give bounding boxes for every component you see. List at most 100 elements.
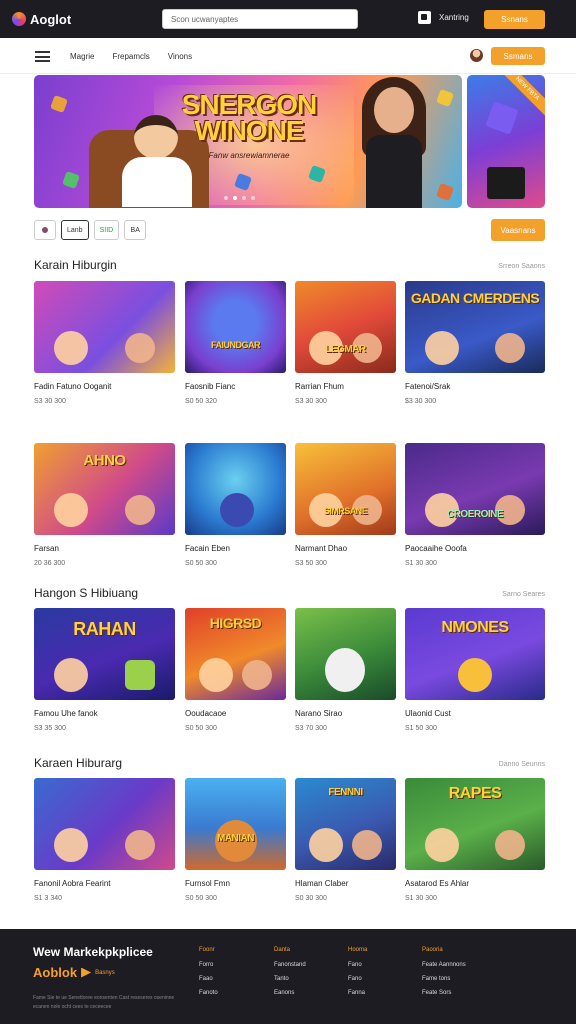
search-input[interactable]: Scon ucwanyaptes: [162, 9, 358, 29]
game-card[interactable]: CROEROINE Paocaaihe Ooofa S1 30 300: [405, 443, 545, 567]
color-dot-icon: [42, 227, 48, 233]
game-meta: S0 50 300: [185, 725, 217, 732]
footer-column-heading: Hooma: [348, 947, 368, 953]
game-thumbnail: CROEROINE: [405, 443, 545, 535]
nav-link[interactable]: Vinons: [168, 52, 192, 61]
footer-column: Hooma Fano Fano Fanna: [348, 947, 367, 1004]
game-name: Fatenoi/Srak: [405, 382, 451, 391]
footer-link[interactable]: Eanons: [274, 990, 306, 996]
section-link[interactable]: Srreon Saaons: [498, 263, 545, 270]
game-name: Facain Eben: [185, 544, 230, 553]
game-thumbnail: FAIUNDGAR: [185, 281, 286, 373]
carousel-dot[interactable]: [251, 196, 255, 200]
game-card[interactable]: Fanonil Aobra Fearint S1 3 340: [34, 778, 175, 902]
nav-link[interactable]: Frepamcls: [112, 52, 149, 61]
carousel-dot[interactable]: [242, 196, 246, 200]
game-meta: S0 30 300: [295, 895, 327, 902]
section-link[interactable]: Sarno Seares: [502, 591, 545, 598]
game-card[interactable]: SIMRSANE Narmant Dhao S3 50 300: [295, 443, 396, 567]
game-meta: 20 36 300: [34, 560, 66, 567]
section-title: Karaen Hiburarg: [34, 756, 123, 770]
game-name: Narmant Dhao: [295, 544, 348, 553]
logo-icon: [12, 12, 26, 26]
footer-column-heading: Danta: [274, 947, 291, 953]
filter-chip[interactable]: Lanb: [61, 220, 89, 240]
footer-logo-small: Basnys: [95, 969, 115, 976]
side-banner[interactable]: NEW FBTA: [467, 75, 545, 208]
game-name: Faosnib Fianc: [185, 382, 236, 391]
game-name: Furnsol Fmn: [185, 879, 230, 888]
footer-link[interactable]: Fanoto: [199, 990, 218, 996]
cube-decoration: [485, 101, 519, 135]
header-cta-button[interactable]: Ssnans: [484, 10, 545, 29]
game-card[interactable]: FAIUNDGAR Faosnib Fianc S0 50 320: [185, 281, 286, 405]
footer-link[interactable]: Tanto: [274, 976, 306, 982]
game-thumbnail: GADAN CMERDENS: [405, 281, 545, 373]
section-title: Karain Hiburgin: [34, 258, 117, 272]
footer-link[interactable]: Fanna: [348, 990, 367, 996]
footer-logo[interactable]: Aoblok Basnys: [33, 965, 115, 980]
footer-logo-text: Aoblok: [33, 965, 78, 980]
game-meta: S1 50 300: [405, 725, 437, 732]
carousel-dot[interactable]: [224, 196, 228, 200]
game-name: Rarrian Fhum: [295, 382, 344, 391]
game-card[interactable]: AHNO Farsan 20 36 300: [34, 443, 175, 567]
game-card[interactable]: RAPES Asatarod Es Ahlar S1 30 300: [405, 778, 545, 902]
filter-chip[interactable]: BA: [124, 220, 147, 240]
nav-links: Magrie Frepamcls Vinons: [70, 52, 192, 61]
game-card[interactable]: Narano Sirao S3 70 300: [295, 608, 396, 732]
game-card[interactable]: MANIAN Furnsol Fmn S0 50 300: [185, 778, 286, 902]
footer-brand-line: Wew Markekpkplicee: [33, 945, 153, 959]
filter-chip[interactable]: [34, 220, 56, 240]
footer-link[interactable]: Fano: [348, 962, 367, 968]
footer-link[interactable]: Faao: [199, 976, 218, 982]
game-card[interactable]: HIGRSD Ooudacaoe S0 50 300: [185, 608, 286, 732]
game-thumbnail: AHNO: [34, 443, 175, 535]
game-name: Ooudacaoe: [185, 709, 227, 718]
game-box: [487, 167, 525, 199]
footer-link[interactable]: Fame tons: [422, 976, 466, 982]
section-link[interactable]: Danno Seunns: [499, 761, 545, 768]
game-thumbnail: RAHAN: [34, 608, 175, 700]
hero-woman: [344, 75, 444, 208]
footer-link[interactable]: Feate Aannnons: [422, 962, 466, 968]
footer-link[interactable]: Forro: [199, 962, 218, 968]
cart-link[interactable]: Xantring: [418, 11, 469, 24]
filter-cta-button[interactable]: Vaasnans: [491, 219, 545, 241]
footer-link[interactable]: Fanonstand: [274, 962, 306, 968]
game-thumbnail: [185, 443, 286, 535]
game-thumbnail: RAPES: [405, 778, 545, 870]
nav-cta-button[interactable]: Ssmans: [491, 47, 545, 65]
game-name: Fadin Fatuno Ooganit: [34, 382, 112, 391]
carousel-dots[interactable]: [224, 196, 255, 200]
menu-icon[interactable]: [35, 51, 50, 62]
game-thumbnail: [295, 608, 396, 700]
game-meta: S1 30 300: [405, 560, 437, 567]
game-meta: S3 35 300: [34, 725, 66, 732]
game-name: Asatarod Es Ahlar: [405, 879, 470, 888]
game-name: Paocaaihe Ooofa: [405, 544, 467, 553]
game-thumbnail: LEGMAR: [295, 281, 396, 373]
game-card[interactable]: RAHAN Famou Uhe fanok S3 35 300: [34, 608, 175, 732]
footer-link[interactable]: Fano: [348, 976, 367, 982]
footer-link[interactable]: Feate Sors: [422, 990, 466, 996]
game-meta: S0 50 300: [185, 560, 217, 567]
brand-logo[interactable]: Aoglot: [12, 12, 71, 27]
game-card[interactable]: FENNNI Hlaman Claber S0 30 300: [295, 778, 396, 902]
carousel-dot-active[interactable]: [233, 196, 237, 200]
game-meta: S0 50 320: [185, 398, 217, 405]
game-meta: S3 50 300: [295, 560, 327, 567]
nav-link[interactable]: Magrie: [70, 52, 94, 61]
hero-banner[interactable]: SNERGON WINONE Fanw ansrewiamnerae: [34, 75, 462, 208]
hero-title: SNERGON WINONE: [181, 89, 318, 146]
game-card[interactable]: NMONES Ulaonid Cust S1 50 300: [405, 608, 545, 732]
game-card[interactable]: LEGMAR Rarrian Fhum S3 30 300: [295, 281, 396, 405]
game-meta: S1 3 340: [34, 895, 63, 902]
cube-decoration: [50, 95, 68, 113]
game-card[interactable]: Facain Eben S0 50 300: [185, 443, 286, 567]
game-name: Ulaonid Cust: [405, 709, 451, 718]
game-card[interactable]: GADAN CMERDENS Fatenoi/Srak $3 30 300: [405, 281, 545, 405]
avatar[interactable]: [470, 49, 483, 62]
game-card[interactable]: Fadin Fatuno Ooganit S3 30 300: [34, 281, 175, 405]
filter-chip[interactable]: SIID: [93, 220, 120, 240]
